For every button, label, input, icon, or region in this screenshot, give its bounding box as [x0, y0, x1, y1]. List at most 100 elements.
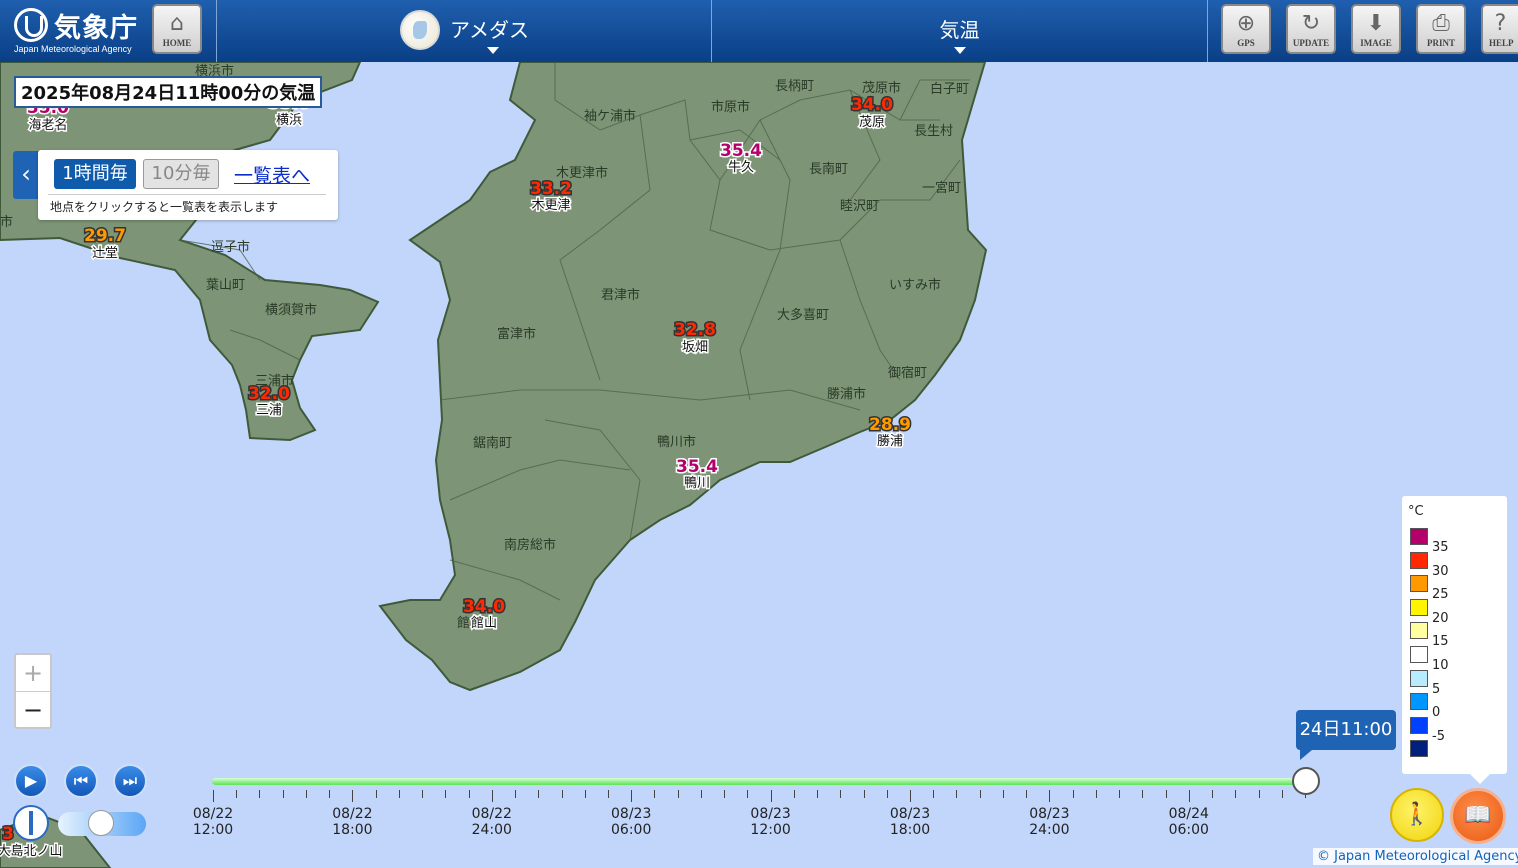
timeline-tick — [584, 790, 586, 798]
ten-minute-button[interactable]: 10分毎 — [143, 159, 219, 189]
print-button[interactable]: ⎙ PRINT — [1416, 4, 1466, 54]
timeline-tick — [933, 790, 935, 798]
timeline-tick — [724, 790, 726, 798]
legend-swatch — [1410, 528, 1428, 545]
timeline-label-date: 08/22 — [192, 806, 234, 822]
zoom-out-button[interactable]: − — [16, 692, 50, 728]
legend-label: 0 — [1432, 705, 1441, 721]
legend-swatch — [1410, 693, 1428, 711]
timeline-tick — [677, 790, 679, 798]
station-value[interactable]: 34.0 — [462, 596, 507, 619]
timeline-handle[interactable] — [1292, 767, 1320, 795]
product-menu[interactable]: アメダス — [400, 0, 580, 62]
print-label: PRINT — [1426, 38, 1455, 48]
timeline-tick — [1002, 790, 1004, 798]
station-value[interactable]: 28.9 — [868, 414, 913, 437]
station-name: 海老名 — [28, 117, 67, 133]
home-button[interactable]: ⌂ HOME — [152, 4, 202, 54]
timeline-label-time: 18:00 — [332, 822, 373, 838]
station-name: 三浦 — [256, 403, 282, 418]
table-link[interactable]: 一覧表へ — [234, 161, 310, 188]
map-title: 2025年08月24日11時00分の気温 — [14, 76, 323, 108]
help-label: HELP — [1489, 38, 1514, 48]
timeline-tick — [910, 790, 911, 802]
timeline-tick — [515, 790, 517, 798]
timeline-tick — [561, 790, 563, 798]
place-label: 南房総市 — [504, 537, 556, 553]
place-label: 大多喜町 — [777, 307, 829, 323]
update-button[interactable]: ↻ UPDATE — [1286, 4, 1336, 54]
station-name: 牛久 — [728, 160, 754, 175]
map-canvas[interactable]: 横浜市 逗子市 葉山町 横須賀市 三浦市 袖ケ浦市 木更津市 市原市 長柄町 茂… — [0, 0, 1518, 868]
step-forward-button[interactable]: ⏭ — [113, 764, 147, 798]
timeline-tick — [1142, 790, 1144, 798]
station-value[interactable]: 3 — [1, 823, 16, 846]
legend-label: 15 — [1432, 634, 1449, 650]
help-menu-button[interactable]: ? HELP — [1481, 4, 1518, 54]
timeline-tick — [863, 790, 865, 798]
zoom-in-button[interactable]: + — [16, 655, 50, 692]
timeline-label: 08/23 12:00 — [741, 806, 801, 838]
station-value[interactable]: 33.2 — [529, 178, 574, 201]
download-icon: ⬇ — [1366, 11, 1386, 36]
panel-collapse-button[interactable]: ‹ — [13, 151, 39, 199]
timeline-label-time: 12:00 — [750, 822, 791, 838]
timeline-tick — [305, 790, 307, 798]
station-value[interactable]: 32.0 — [247, 383, 292, 406]
play-button[interactable]: ▶ — [14, 764, 48, 798]
legend-label: 35 — [1432, 540, 1449, 555]
refresh-icon: ↻ — [1301, 11, 1321, 36]
place-label: 横須賀市 — [265, 302, 317, 318]
info-book-button[interactable]: 📖 — [1450, 788, 1506, 844]
gps-label: GPS — [1237, 38, 1255, 48]
panel-hint: 地点をクリックすると一覧表を表示します — [50, 200, 279, 214]
station-name: 木更津 — [531, 198, 570, 213]
timeline-label: 08/22 24:00 — [462, 806, 522, 838]
place-label: 君津市 — [601, 287, 640, 303]
element-menu[interactable]: 気温 — [712, 0, 1207, 62]
timeline-tick — [538, 790, 540, 798]
skip-back-icon: ⏮ — [73, 771, 89, 790]
timeline-tick — [979, 790, 981, 798]
compass-icon[interactable] — [13, 805, 49, 841]
station-value[interactable]: 34.0 — [850, 94, 895, 117]
image-button[interactable]: ⬇ IMAGE — [1351, 4, 1401, 54]
timeline-label-time: 24:00 — [1029, 822, 1070, 838]
timeline-label: 08/24 06:00 — [1159, 806, 1219, 838]
timeline-tick — [1188, 790, 1190, 802]
timeline-tick — [956, 790, 958, 798]
station-value[interactable]: 32.8 — [673, 319, 718, 342]
timeline-tick — [1235, 790, 1237, 798]
copyright: © Japan Meteorological Agency — [1313, 848, 1518, 865]
hourly-button[interactable]: 1時間毎 — [54, 159, 136, 189]
station-value[interactable]: 35.4 — [719, 140, 764, 163]
step-back-button[interactable]: ⏮ — [64, 764, 98, 798]
gps-button[interactable]: ⊕ GPS — [1221, 4, 1271, 54]
timeline-tick — [654, 790, 656, 798]
station-value[interactable]: 29.7 — [83, 225, 128, 248]
timeline-tick — [491, 790, 493, 802]
timeline-tick — [1258, 790, 1260, 798]
timeline-bar[interactable] — [212, 778, 1306, 785]
usage-help-button[interactable]: 🚶 — [1390, 788, 1444, 842]
timeline-tick — [329, 790, 331, 798]
timeline-tick — [213, 790, 214, 802]
header-divider — [1207, 0, 1208, 62]
timeline-tick — [700, 790, 702, 798]
question-icon: ? — [1494, 11, 1507, 36]
station-value[interactable]: 35.4 — [675, 456, 720, 479]
jma-logo[interactable]: 気象庁 Japan Meteorological Agency — [10, 4, 140, 58]
place-label: 勝浦市 — [827, 386, 866, 402]
panel-divider — [48, 194, 326, 195]
speed-slider-handle[interactable] — [88, 810, 114, 836]
place-label: 御宿町 — [888, 365, 927, 381]
station-name: 横浜 — [276, 113, 302, 128]
chevron-down-icon — [487, 47, 499, 54]
timeline-tick — [375, 790, 377, 798]
legend-swatch — [1410, 646, 1428, 663]
place-label: 鴨川市 — [657, 434, 696, 450]
timeline-tick — [1072, 790, 1074, 798]
timeline-label: 08/23 24:00 — [1019, 806, 1079, 838]
legend-label: 5 — [1432, 681, 1441, 697]
logo-text: 気象庁 — [54, 13, 138, 44]
